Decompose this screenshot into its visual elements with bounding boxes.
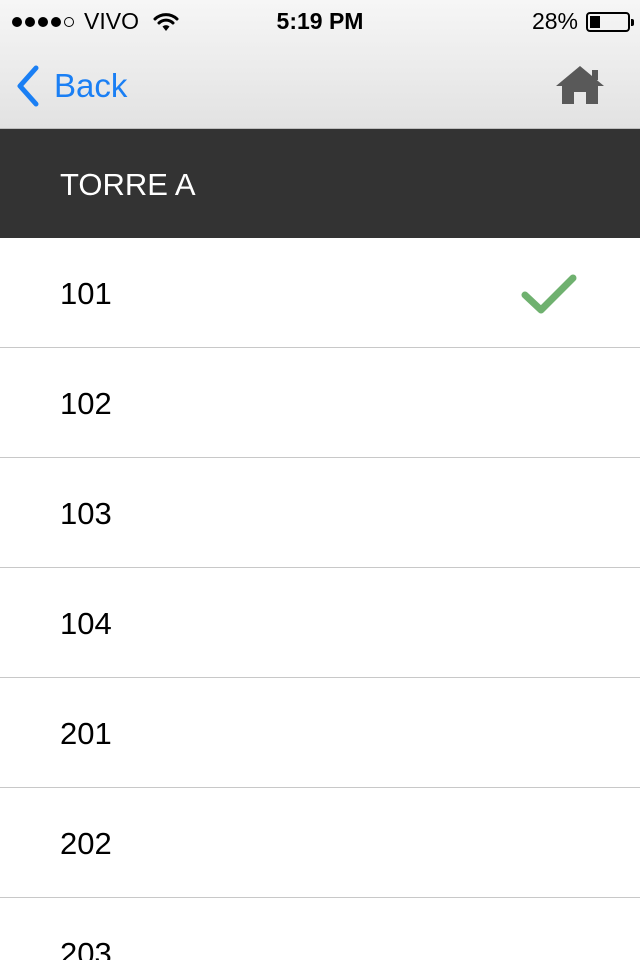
list-item-label: 104 bbox=[60, 606, 112, 641]
checkmark-icon bbox=[521, 274, 577, 314]
home-button[interactable] bbox=[554, 64, 606, 106]
screen: VIVO 5:19 PM 28% Back TORRE A 101 102 10… bbox=[0, 0, 640, 960]
battery-percent: 28% bbox=[531, 8, 578, 34]
list-item-label: 101 bbox=[60, 276, 112, 311]
back-label: Back bbox=[54, 67, 128, 104]
list-item-label: 203 bbox=[60, 936, 112, 960]
list-item[interactable]: 102 bbox=[0, 348, 640, 458]
unit-list: 101 102 103 104 201 202 203 bbox=[0, 238, 640, 960]
status-bar: VIVO 5:19 PM 28% bbox=[0, 0, 640, 40]
chevron-left-icon bbox=[17, 65, 39, 107]
list-item[interactable]: 203 bbox=[0, 898, 640, 960]
top-bar: VIVO 5:19 PM 28% Back bbox=[0, 0, 640, 129]
list-item-label: 202 bbox=[60, 826, 112, 861]
list-item-label: 102 bbox=[60, 386, 112, 421]
list-item[interactable]: 103 bbox=[0, 458, 640, 568]
navigation-bar: Back bbox=[0, 44, 640, 128]
list-item[interactable]: 202 bbox=[0, 788, 640, 898]
section-header: TORRE A bbox=[0, 129, 640, 238]
list-item[interactable]: 201 bbox=[0, 678, 640, 788]
battery-nub bbox=[631, 18, 634, 26]
list-item-label: 201 bbox=[60, 716, 112, 751]
back-button[interactable]: Back bbox=[14, 64, 127, 108]
list-item[interactable]: 101 bbox=[0, 238, 640, 348]
section-title: TORRE A bbox=[60, 167, 196, 202]
home-icon bbox=[556, 66, 604, 104]
list-item[interactable]: 104 bbox=[0, 568, 640, 678]
status-right: 28% bbox=[531, 8, 634, 35]
battery-icon bbox=[586, 11, 634, 32]
battery-fill bbox=[590, 15, 600, 28]
list-item-label: 103 bbox=[60, 496, 112, 531]
